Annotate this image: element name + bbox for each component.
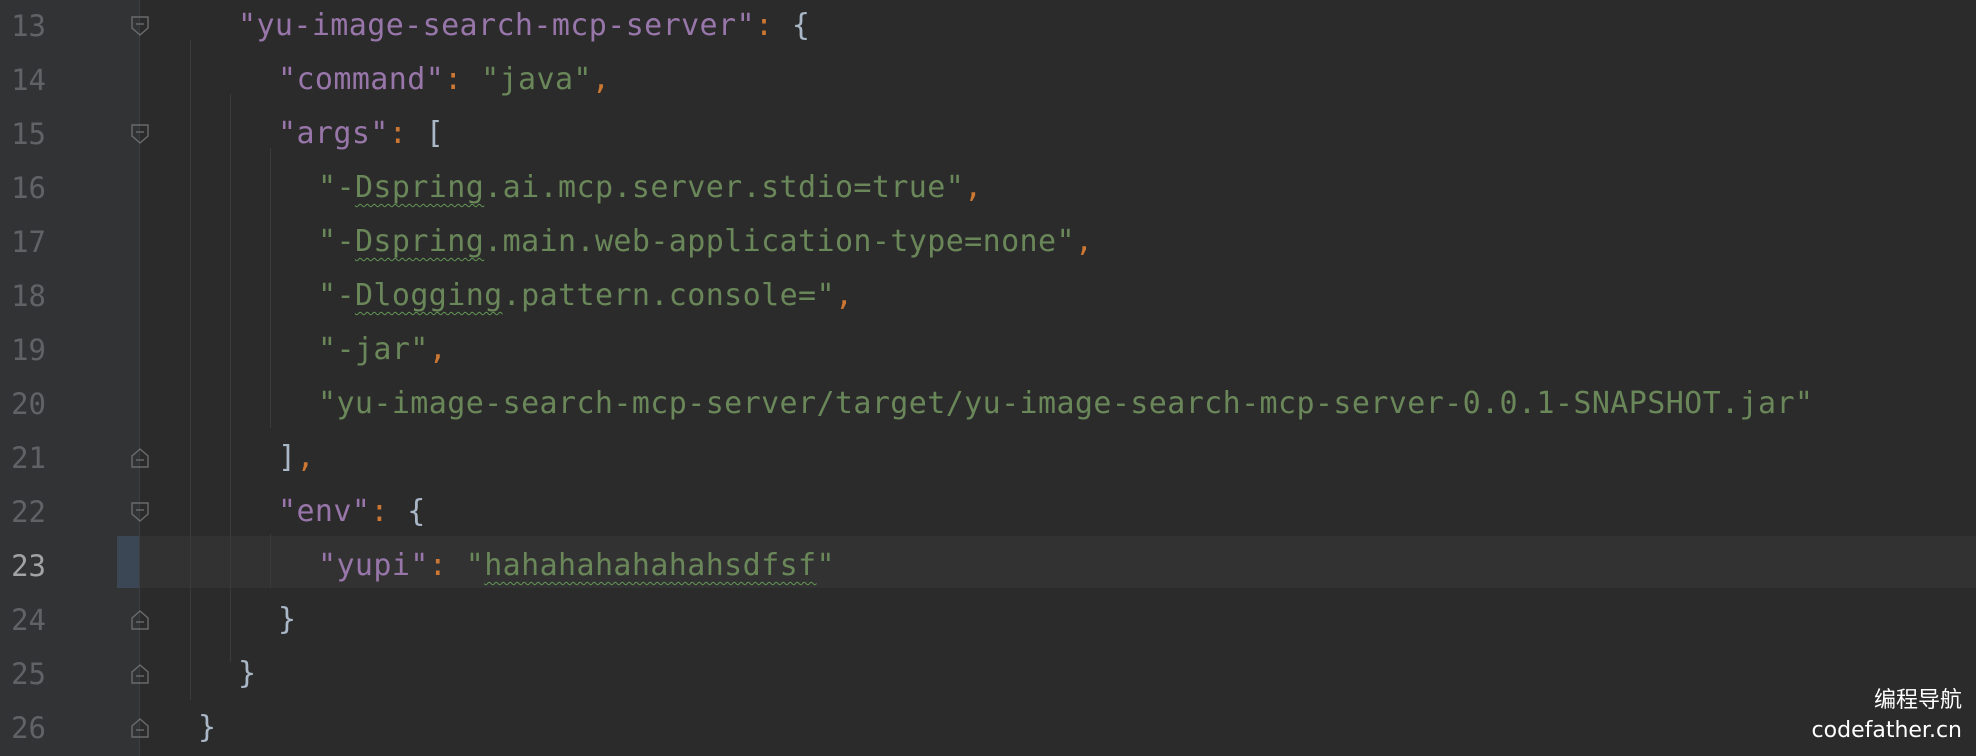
- code-text[interactable]: ],: [278, 431, 315, 485]
- line-number: 14: [11, 63, 46, 97]
- line-number: 22: [11, 495, 46, 529]
- code-token: "env": [278, 494, 371, 529]
- code-line[interactable]: 17 "-Dspring.main.web-application-type=no…: [0, 215, 1976, 269]
- code-text[interactable]: "yu-image-search-mcp-server/target/yu-im…: [318, 377, 1813, 431]
- code-token: :: [370, 494, 408, 529]
- code-token: }: [278, 602, 297, 637]
- code-text[interactable]: }: [238, 647, 256, 701]
- code-token: "yupi": [318, 548, 429, 583]
- code-token: :: [444, 62, 482, 97]
- typo-token: hahahahahahahsdfsf: [484, 548, 817, 583]
- code-token: ,: [428, 332, 448, 367]
- code-token: ": [465, 548, 485, 583]
- fold-close-icon[interactable]: [130, 447, 150, 469]
- code-token: ,: [1074, 224, 1094, 259]
- code-token: ": [816, 548, 835, 583]
- code-text[interactable]: "yupi": "hahahahahahahsdfsf": [318, 539, 835, 593]
- code-token: "args": [278, 116, 389, 151]
- code-token: {: [407, 494, 426, 529]
- watermark-title: 编程导航: [1873, 688, 1962, 713]
- line-number: 18: [11, 279, 46, 313]
- code-token: "-jar": [318, 332, 429, 367]
- line-number: 17: [11, 225, 46, 259]
- code-text[interactable]: }: [198, 701, 216, 755]
- code-text[interactable]: "env": {: [278, 485, 426, 539]
- code-token: .main.web-application-type=none": [484, 224, 1075, 259]
- code-text[interactable]: "command": "java",: [278, 53, 610, 107]
- code-token: {: [791, 8, 811, 43]
- code-text[interactable]: "args": [: [278, 107, 444, 161]
- code-line[interactable]: 26}: [0, 701, 1976, 755]
- code-line[interactable]: 19 "-jar",: [0, 323, 1976, 377]
- code-line[interactable]: 13 "yu-image-search-mcp-server": {: [0, 0, 1976, 53]
- line-number: 20: [11, 387, 46, 421]
- fold-close-icon[interactable]: [130, 717, 150, 739]
- fold-open-icon[interactable]: [130, 501, 150, 523]
- code-line[interactable]: 23 "yupi": "hahahahahahahsdfsf": [0, 539, 1976, 593]
- code-line[interactable]: 21],: [0, 431, 1976, 485]
- code-line[interactable]: 16 "-Dspring.ai.mcp.server.stdio=true",: [0, 161, 1976, 215]
- code-token: [: [425, 116, 445, 151]
- code-text[interactable]: "-Dlogging.pattern.console=",: [318, 269, 853, 323]
- code-line[interactable]: 15 "args": [: [0, 107, 1976, 161]
- code-token: ,: [591, 62, 611, 97]
- code-line[interactable]: 14 "command": "java",: [0, 53, 1976, 107]
- code-token: .ai.mcp.server.stdio=true": [484, 170, 965, 205]
- fold-open-icon[interactable]: [130, 123, 150, 145]
- watermark: 编程导航 codefather.cn: [1812, 686, 1962, 746]
- line-number: 21: [11, 441, 46, 475]
- fold-close-icon[interactable]: [130, 609, 150, 631]
- code-line[interactable]: 22 "env": {: [0, 485, 1976, 539]
- code-line[interactable]: 24}: [0, 593, 1976, 647]
- typo-token: Dspring: [354, 170, 485, 205]
- code-token: "java": [481, 62, 592, 97]
- code-text[interactable]: }: [278, 593, 296, 647]
- line-number: 16: [11, 171, 46, 205]
- code-token: "command": [278, 62, 445, 97]
- code-token: ,: [296, 440, 315, 475]
- code-token: :: [388, 116, 426, 151]
- code-token: :: [428, 548, 466, 583]
- code-token: "-: [318, 170, 355, 205]
- code-token: :: [754, 8, 792, 43]
- code-text[interactable]: "yu-image-search-mcp-server": {: [238, 0, 810, 53]
- line-number: 24: [11, 603, 46, 637]
- code-line[interactable]: 25}: [0, 647, 1976, 701]
- code-token: .pattern.console=": [502, 278, 835, 313]
- code-token: ,: [964, 170, 983, 205]
- fold-open-icon[interactable]: [130, 15, 150, 37]
- code-token: }: [238, 656, 257, 691]
- typo-token: Dspring: [354, 224, 485, 259]
- line-number: 13: [11, 9, 46, 43]
- line-number: 19: [11, 333, 46, 367]
- code-token: ,: [834, 278, 854, 313]
- code-token: "yu-image-search-mcp-server": [238, 8, 755, 43]
- code-token: ]: [278, 440, 297, 475]
- line-number: 26: [11, 711, 46, 745]
- line-number: 25: [11, 657, 46, 691]
- code-token: "yu-image-search-mcp-server/target/yu-im…: [318, 386, 1814, 421]
- code-token: }: [198, 710, 217, 745]
- code-token: "-: [318, 224, 355, 259]
- code-token: "-: [318, 278, 355, 313]
- code-text[interactable]: "-Dspring.ai.mcp.server.stdio=true",: [318, 161, 983, 215]
- code-line[interactable]: 20 "yu-image-search-mcp-server/target/yu-…: [0, 377, 1976, 431]
- code-text[interactable]: "-Dspring.main.web-application-type=none…: [318, 215, 1093, 269]
- line-number: 15: [11, 117, 46, 151]
- code-line[interactable]: 18 "-Dlogging.pattern.console=",: [0, 269, 1976, 323]
- typo-token: Dlogging: [354, 278, 503, 313]
- code-text[interactable]: "-jar",: [318, 323, 447, 377]
- watermark-site: codefather.cn: [1811, 718, 1962, 743]
- fold-close-icon[interactable]: [130, 663, 150, 685]
- code-editor[interactable]: 13 "yu-image-search-mcp-server": {14 "comm…: [0, 0, 1976, 756]
- line-number: 23: [11, 549, 46, 583]
